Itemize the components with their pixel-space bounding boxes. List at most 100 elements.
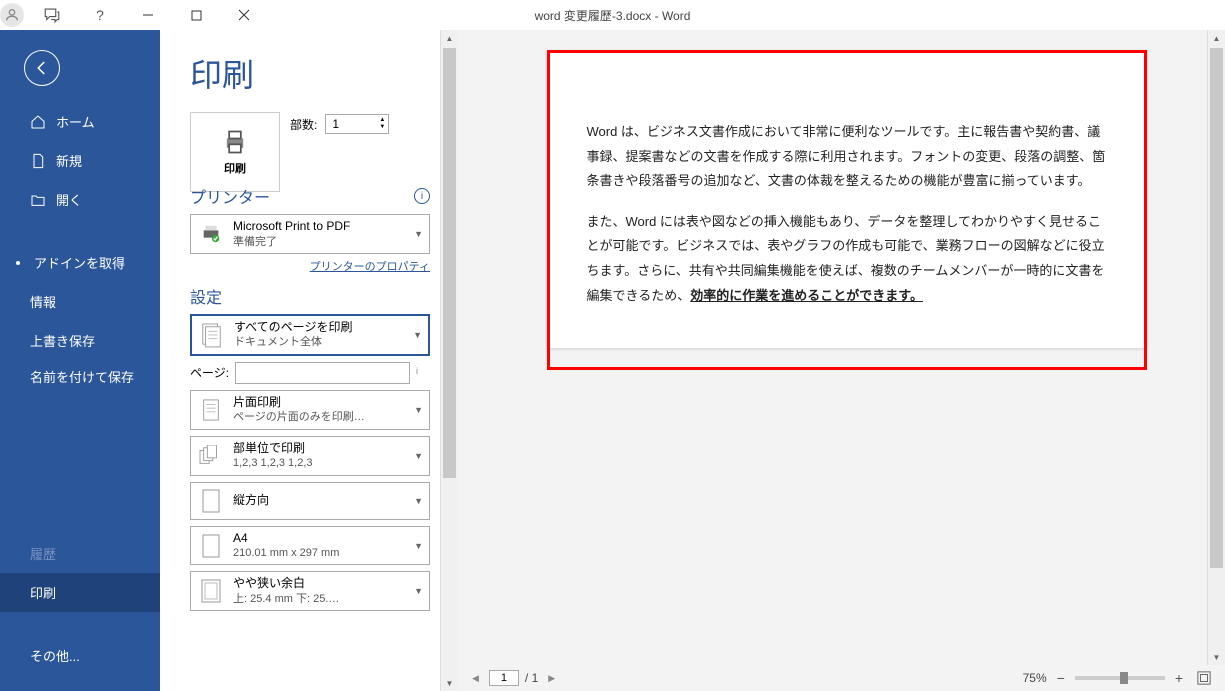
- paper-title: A4: [233, 531, 406, 547]
- nav-label: 履歴: [30, 544, 56, 563]
- paper-icon: [197, 532, 225, 560]
- zoom-out-button[interactable]: −: [1053, 670, 1069, 686]
- chevron-down-icon: ▼: [414, 496, 423, 506]
- settings-heading: 設定: [190, 284, 222, 308]
- printer-status-icon: [197, 220, 225, 248]
- printer-icon: [219, 128, 251, 156]
- zoom-in-button[interactable]: +: [1171, 670, 1187, 686]
- nav-label: ホーム: [56, 112, 95, 131]
- copies-label: 部数:: [290, 116, 317, 133]
- nav-new[interactable]: 新規: [0, 141, 160, 180]
- minimize-button[interactable]: [128, 1, 168, 29]
- margin-selector[interactable]: やや狭い余白 上: 25.4 mm 下: 25.… ▼: [190, 571, 430, 611]
- nav-label: 印刷: [30, 583, 56, 602]
- printer-properties-link[interactable]: プリンターのプロパティ: [190, 258, 430, 274]
- bullet-icon: [16, 261, 20, 265]
- copies-up[interactable]: ▲: [376, 117, 388, 124]
- nav-label: 開く: [56, 190, 82, 209]
- zoom-fit-button[interactable]: [1193, 671, 1215, 685]
- nav-print[interactable]: 印刷: [0, 573, 160, 612]
- printer-status: 準備完了: [233, 235, 406, 249]
- margin-sub: 上: 25.4 mm 下: 25.…: [233, 592, 406, 606]
- sides-sub: ページの片面のみを印刷…: [233, 410, 406, 424]
- range-title: すべてのページを印刷: [234, 320, 405, 336]
- total-pages: / 1: [525, 671, 538, 685]
- pages-input[interactable]: [235, 362, 410, 384]
- maximize-button[interactable]: [176, 1, 216, 29]
- margin-title: やや狭い余白: [233, 576, 406, 592]
- feedback-icon[interactable]: [32, 1, 72, 29]
- window-title: word 変更履歴-3.docx - Word: [535, 7, 691, 24]
- scroll-down[interactable]: ▼: [441, 675, 458, 691]
- nav-info[interactable]: 情報: [0, 282, 160, 321]
- preview-paragraph: Word は、ビジネス文書作成において非常に便利なツールです。主に報告書や契約書…: [587, 120, 1107, 194]
- info-icon[interactable]: i: [414, 188, 430, 204]
- copies-down[interactable]: ▼: [376, 124, 388, 131]
- print-range-selector[interactable]: すべてのページを印刷 ドキュメント全体 ▼: [190, 314, 430, 356]
- preview-paragraph: また、Word には表や図などの挿入機能もあり、データを整理してわかりやすく見せ…: [587, 210, 1107, 309]
- preview-scrollbar[interactable]: ▲ ▼: [1207, 30, 1225, 665]
- zoom-slider[interactable]: [1075, 676, 1165, 680]
- current-page-input[interactable]: [489, 670, 519, 686]
- scroll-down[interactable]: ▼: [1208, 649, 1225, 665]
- margin-icon: [197, 577, 225, 605]
- oneside-icon: [197, 396, 225, 424]
- chevron-down-icon: ▼: [414, 451, 423, 461]
- next-page-button[interactable]: ▶: [544, 671, 559, 686]
- nav-home[interactable]: ホーム: [0, 102, 160, 141]
- pages-label: ページ:: [190, 364, 229, 381]
- orientation-title: 縦方向: [233, 493, 406, 509]
- prev-page-button[interactable]: ◀: [468, 671, 483, 686]
- paper-size-selector[interactable]: A4 210.01 mm x 297 mm ▼: [190, 526, 430, 566]
- collate-selector[interactable]: 部単位で印刷 1,2,3 1,2,3 1,2,3 ▼: [190, 436, 430, 476]
- nav-save[interactable]: 上書き保存: [0, 321, 160, 360]
- nav-label: その他...: [30, 646, 80, 665]
- nav-label: アドインを取得: [34, 253, 125, 272]
- user-avatar[interactable]: [0, 3, 24, 27]
- copies-input[interactable]: [326, 115, 376, 133]
- page-title: 印刷: [190, 50, 430, 96]
- portrait-icon: [197, 487, 225, 515]
- scroll-thumb[interactable]: [443, 48, 456, 478]
- collate-icon: [197, 442, 225, 470]
- printer-heading: プリンター: [190, 184, 270, 208]
- settings-scrollbar[interactable]: ▲ ▼: [440, 30, 458, 691]
- underlined-text: 効率的に作業を進めることができます。: [690, 288, 923, 303]
- chevron-down-icon: ▼: [414, 405, 423, 415]
- print-button[interactable]: 印刷: [190, 112, 280, 192]
- nav-other[interactable]: その他...: [0, 636, 160, 675]
- chevron-down-icon: ▼: [413, 330, 422, 340]
- printer-selector[interactable]: Microsoft Print to PDF 準備完了 ▼: [190, 214, 430, 254]
- home-icon: [30, 114, 46, 130]
- nav-saveas[interactable]: 名前を付けて保存: [0, 360, 160, 397]
- range-sub: ドキュメント全体: [234, 335, 405, 349]
- nav-label: 名前を付けて保存: [30, 370, 134, 387]
- nav-label: 上書き保存: [30, 331, 95, 350]
- zoom-level: 75%: [1023, 671, 1047, 685]
- scroll-up[interactable]: ▲: [1208, 30, 1225, 46]
- nav-open[interactable]: 開く: [0, 180, 160, 219]
- new-icon: [30, 153, 46, 169]
- nav-label: 情報: [30, 292, 56, 311]
- pages-icon: [198, 321, 226, 349]
- collate-title: 部単位で印刷: [233, 441, 406, 457]
- back-button[interactable]: [24, 50, 60, 86]
- nav-history: 履歴: [0, 534, 160, 573]
- nav-get-addins[interactable]: アドインを取得: [0, 243, 160, 282]
- scroll-thumb[interactable]: [1210, 48, 1223, 568]
- close-button[interactable]: [224, 1, 264, 29]
- chevron-down-icon: ▼: [414, 229, 423, 239]
- info-icon[interactable]: i: [416, 366, 430, 380]
- help-button[interactable]: ?: [80, 1, 120, 29]
- nav-label: 新規: [56, 151, 82, 170]
- collate-sub: 1,2,3 1,2,3 1,2,3: [233, 456, 406, 470]
- printer-name: Microsoft Print to PDF: [233, 219, 406, 235]
- scroll-up[interactable]: ▲: [441, 30, 458, 46]
- sides-selector[interactable]: 片面印刷 ページの片面のみを印刷… ▼: [190, 390, 430, 430]
- chevron-down-icon: ▼: [414, 586, 423, 596]
- page-preview: Word は、ビジネス文書作成において非常に便利なツールです。主に報告書や契約書…: [547, 50, 1147, 348]
- chevron-down-icon: ▼: [414, 541, 423, 551]
- paper-sub: 210.01 mm x 297 mm: [233, 546, 406, 560]
- print-button-label: 印刷: [224, 160, 246, 176]
- orientation-selector[interactable]: 縦方向 ▼: [190, 482, 430, 520]
